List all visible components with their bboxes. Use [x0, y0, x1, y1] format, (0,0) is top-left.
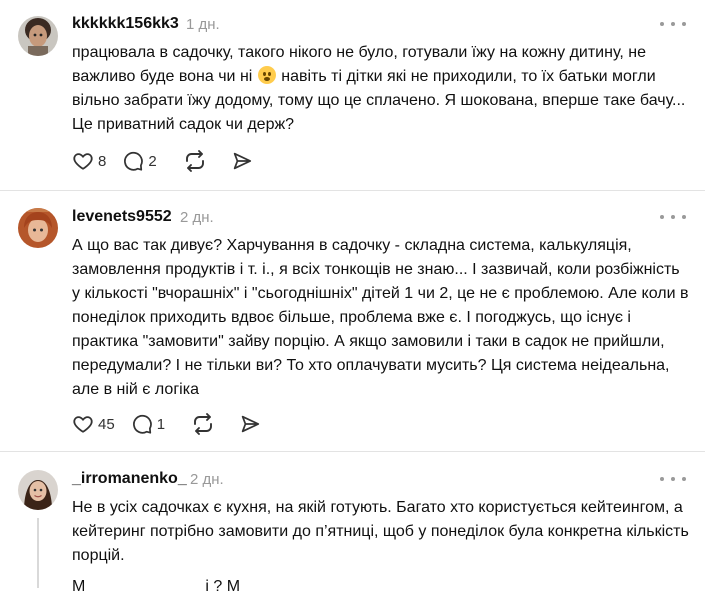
avatar-image — [18, 16, 58, 56]
username[interactable]: kkkkkk156kk3 — [72, 15, 179, 33]
avatar[interactable] — [18, 16, 58, 56]
username[interactable]: levenets9552 — [72, 208, 172, 226]
like-count: 8 — [98, 152, 107, 170]
more-options-button[interactable] — [660, 17, 686, 31]
repost-button[interactable] — [191, 412, 215, 436]
comment-1: kkkkkk156kk3 1 дн. працювала в садочку, … — [0, 0, 705, 190]
comment-text: А що вас так дивує? Харчування в садочку… — [72, 237, 689, 398]
ellipsis-icon — [660, 215, 664, 219]
reply-button[interactable]: 2 — [122, 150, 157, 172]
avatar-image — [18, 470, 58, 510]
like-button[interactable]: 8 — [72, 150, 106, 172]
comment-3: _irromanenko_ 2 дн. Не в усіх садочках є… — [0, 452, 705, 595]
heart-outline-icon — [73, 416, 93, 433]
flushed-face-emoji — [257, 66, 276, 84]
share-button[interactable] — [231, 150, 253, 172]
comment-text: працювала в садочку, такого нікого не бу… — [72, 41, 692, 137]
heart-outline-icon — [73, 153, 93, 170]
like-count: 45 — [98, 415, 115, 433]
more-options-button[interactable] — [660, 210, 686, 224]
comment-text: Не в усіх садочках є кухня, на якій готу… — [72, 499, 689, 564]
repost-arrows-icon — [194, 413, 212, 435]
ellipsis-icon — [660, 22, 664, 26]
reply-button[interactable]: 1 — [131, 413, 165, 435]
like-button[interactable]: 45 — [72, 413, 115, 435]
repost-arrows-icon — [185, 150, 204, 172]
comment-2: levenets9552 2 дн. А що вас так дивує? Х… — [0, 191, 705, 449]
speech-bubble-icon — [132, 414, 152, 434]
ellipsis-icon — [660, 477, 664, 481]
action-bar: 45 1 — [72, 411, 277, 437]
paper-plane-icon — [241, 415, 260, 433]
avatar[interactable] — [18, 470, 58, 510]
comment-text-continued: М і ? М — [72, 578, 241, 595]
timestamp: 2 дн. — [190, 471, 224, 488]
username[interactable]: _irromanenko_ — [72, 470, 187, 488]
avatar[interactable] — [18, 208, 58, 248]
repost-button[interactable] — [183, 149, 207, 173]
paper-plane-icon — [233, 152, 251, 170]
more-options-button[interactable] — [660, 472, 686, 486]
reply-count: 1 — [156, 415, 166, 433]
timestamp: 1 дн. — [186, 16, 220, 33]
thread-line — [37, 518, 39, 588]
share-button[interactable] — [239, 413, 261, 435]
speech-bubble-icon — [124, 151, 144, 171]
avatar-image — [18, 208, 58, 248]
timestamp: 2 дн. — [180, 209, 214, 226]
action-bar: 8 2 — [72, 148, 269, 174]
reply-count: 2 — [148, 152, 157, 170]
